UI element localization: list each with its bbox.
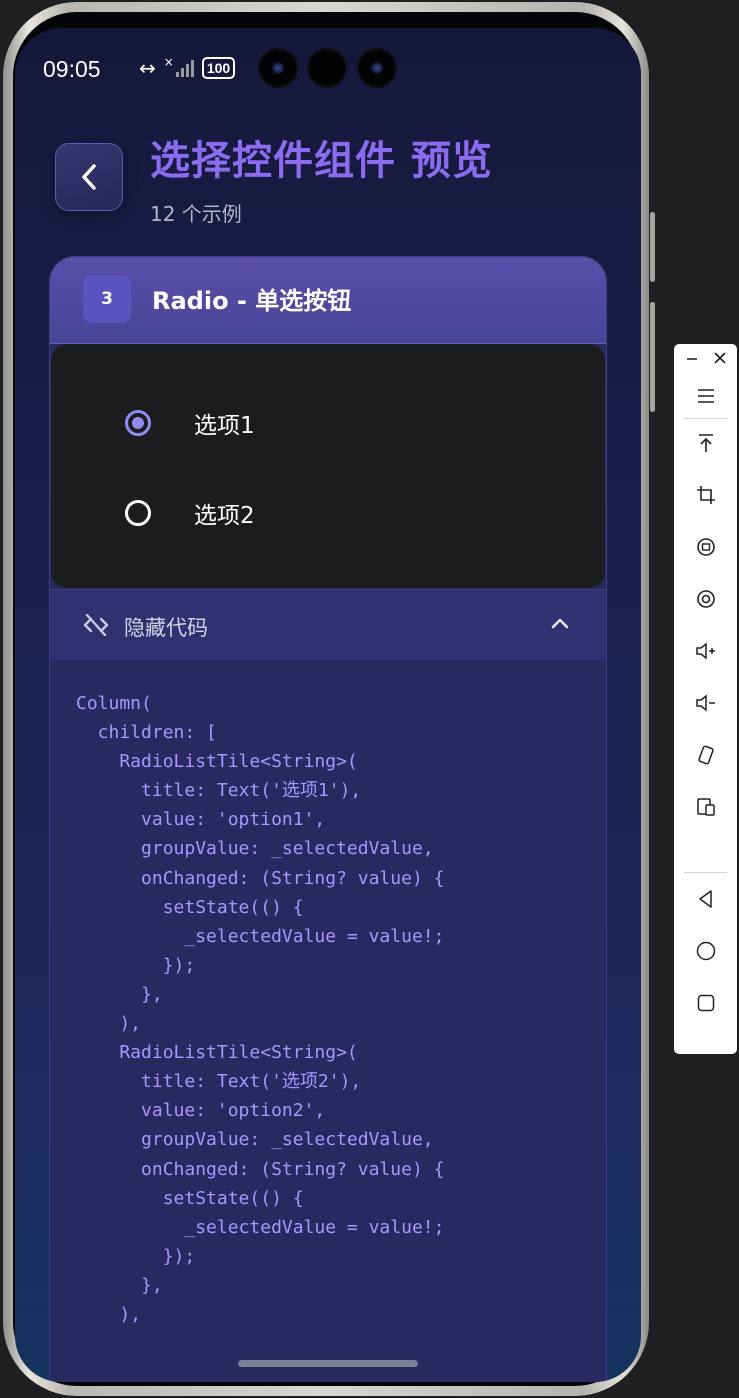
radio-preview-panel: 选项1 选项2	[51, 344, 605, 588]
hide-code-toggle[interactable]: 隐藏代码	[50, 589, 606, 662]
status-icons: ↔ × 100	[139, 55, 236, 80]
rotate-device-icon[interactable]	[674, 744, 737, 766]
emulator-toolbar	[674, 344, 737, 1054]
power-side-button	[650, 302, 655, 412]
back-button[interactable]	[55, 143, 123, 211]
home-indicator[interactable]	[238, 1360, 418, 1367]
volume-up-icon[interactable]	[674, 640, 737, 662]
back-nav-icon[interactable]	[674, 888, 737, 910]
crop-icon[interactable]	[674, 484, 737, 506]
code-text: Column( children: [ RadioListTile<String…	[76, 693, 445, 1325]
radio-example-card: 3 Radio - 单选按钮 选项1 选项2 隐藏代码 Column(chil…	[49, 256, 607, 1382]
camera-lens-icon	[309, 50, 345, 86]
page-subtitle: 12 个示例	[150, 202, 242, 226]
volume-down-icon[interactable]	[674, 692, 737, 714]
code-block: Column( children: [ RadioListTile<String…	[50, 661, 606, 1382]
close-icon[interactable]	[688, 350, 739, 366]
radio-selected-icon[interactable]	[125, 410, 151, 436]
radio-option-2[interactable]: 选项2	[125, 496, 255, 530]
card-header: 3 Radio - 单选按钮	[50, 257, 606, 344]
status-bar: 09:05 ↔ × 100	[15, 28, 641, 108]
pin-top-icon[interactable]	[674, 432, 737, 454]
screen-record-icon[interactable]	[674, 588, 737, 610]
home-nav-icon[interactable]	[674, 940, 737, 962]
menu-icon[interactable]	[674, 386, 737, 406]
phone-frame: 09:05 ↔ × 100 选择控件组件 预览 12 个示例 3 Radio -…	[3, 2, 655, 1396]
page-title: 选择控件组件 预览	[150, 138, 493, 184]
chevron-up-icon[interactable]	[550, 616, 570, 630]
card-title: Radio - 单选按钮	[152, 287, 352, 315]
radio-option-label: 选项1	[194, 413, 255, 439]
recents-nav-icon[interactable]	[674, 992, 737, 1014]
camera-lens-icon	[260, 50, 296, 86]
toolbar-divider	[684, 418, 727, 419]
camera-lens-icon	[359, 50, 395, 86]
status-time: 09:05	[43, 56, 101, 82]
hide-code-label: 隐藏代码	[124, 616, 208, 640]
example-number-badge: 3	[83, 275, 131, 323]
radio-option-label: 选项2	[194, 503, 255, 529]
radio-option-1[interactable]: 选项1	[125, 406, 255, 440]
volume-side-button	[650, 212, 655, 282]
data-transfer-icon: ↔	[139, 56, 156, 80]
radio-unselected-icon[interactable]	[125, 500, 151, 526]
devices-icon[interactable]	[674, 796, 737, 818]
toolbar-divider	[684, 872, 727, 873]
code-off-icon	[83, 614, 109, 636]
rotate-icon[interactable]	[674, 536, 737, 558]
chevron-left-icon	[82, 164, 96, 190]
battery-icon: 100	[201, 57, 236, 79]
phone-screen: 09:05 ↔ × 100 选择控件组件 预览 12 个示例 3 Radio -…	[15, 28, 641, 1382]
signal-icon: ×	[164, 55, 194, 77]
